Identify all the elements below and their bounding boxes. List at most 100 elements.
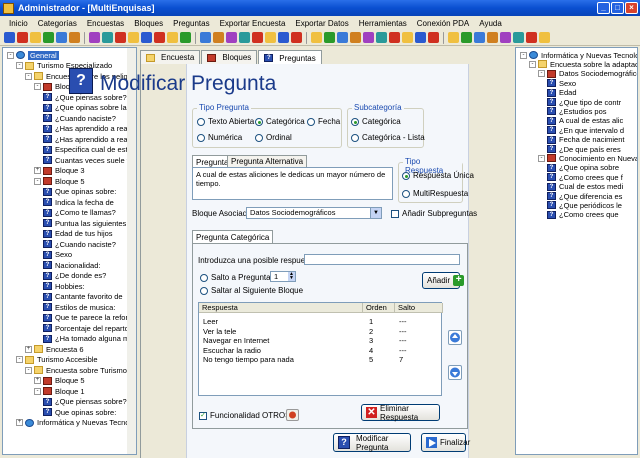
radio-numerica[interactable]: Numérica xyxy=(197,133,242,142)
toolbar-button-icon[interactable] xyxy=(180,32,191,43)
cell-respuesta[interactable]: Leer xyxy=(203,317,218,326)
toolbar-button-icon[interactable] xyxy=(474,32,485,43)
toolbar-button-icon[interactable] xyxy=(4,32,15,43)
toolbar-button-icon[interactable] xyxy=(487,32,498,43)
menu-conexion-pda[interactable]: Conexión PDA xyxy=(412,19,474,28)
tree-item[interactable]: ? Puntua las siguientes ley xyxy=(43,218,136,228)
tree-item[interactable]: + Informática y Nuevas Tecnologías xyxy=(16,418,136,428)
bloque-select[interactable]: Datos Sociodemográficos ▼ xyxy=(246,207,382,219)
cell-salto[interactable]: --- xyxy=(399,317,407,326)
toolbar-button-icon[interactable] xyxy=(539,32,550,43)
tree-item[interactable]: - Bloque 1 xyxy=(34,386,85,396)
toolbar-button-icon[interactable] xyxy=(350,32,361,43)
tree-item[interactable]: + Bloque 3 xyxy=(34,166,85,176)
radio-sub-categorica[interactable]: Categórica xyxy=(351,117,401,126)
toolbar-button-icon[interactable] xyxy=(89,32,100,43)
tree-item[interactable]: ? ¿Has aprendido a realiza xyxy=(43,124,136,134)
tree-item[interactable]: ? ¿Ha tomado alguna mic xyxy=(43,334,135,344)
toolbar-button-icon[interactable] xyxy=(500,32,511,43)
radio-saltar-bloque[interactable]: Saltar al Siguiente Bloque xyxy=(200,286,303,295)
modify-question-button[interactable]: ? Modificar Pregunta xyxy=(333,433,411,452)
toolbar-button-icon[interactable] xyxy=(239,32,250,43)
toolbar-button-icon[interactable] xyxy=(43,32,54,43)
toolbar-button-icon[interactable] xyxy=(363,32,374,43)
salto-stepper[interactable]: 1 ▲ ▼ xyxy=(270,271,296,282)
toolbar-button-icon[interactable] xyxy=(56,32,67,43)
toolbar-button-icon[interactable] xyxy=(389,32,400,43)
tree-item[interactable]: ? Cuantas veces suele vis xyxy=(43,155,136,165)
cell-orden[interactable]: 2 xyxy=(369,327,373,336)
toolbar-button-icon[interactable] xyxy=(513,32,524,43)
tree-item[interactable]: ? Sexo xyxy=(43,250,72,260)
tab-bloques[interactable]: Bloques xyxy=(201,50,258,64)
radio-respuesta-unica[interactable]: Respuesta Única xyxy=(402,171,474,180)
toolbar-button-icon[interactable] xyxy=(376,32,387,43)
tree-item[interactable]: ? ¿De donde es? xyxy=(43,271,106,281)
collapse-icon[interactable]: - xyxy=(25,72,32,80)
toolbar-button-icon[interactable] xyxy=(265,32,276,43)
tree-item[interactable]: ? ¿Como crees que xyxy=(547,210,619,220)
collapse-icon[interactable]: - xyxy=(538,70,545,78)
maximize-icon[interactable]: □ xyxy=(611,2,624,14)
move-down-button[interactable] xyxy=(448,365,462,380)
chevron-down-icon[interactable]: ▼ xyxy=(370,208,381,218)
tree-item[interactable]: ? ¿Has aprendido a realiza xyxy=(43,134,136,144)
expand-icon[interactable]: + xyxy=(34,167,41,174)
expand-icon[interactable]: + xyxy=(16,419,23,426)
toolbar-button-icon[interactable] xyxy=(167,32,178,43)
menu-exportar-datos[interactable]: Exportar Datos xyxy=(290,19,353,28)
collapse-icon[interactable]: - xyxy=(34,83,41,90)
menu-encuestas[interactable]: Encuestas xyxy=(82,19,129,28)
expand-icon[interactable]: + xyxy=(25,345,32,353)
tree-item[interactable]: ? Que opinas sobre: xyxy=(43,187,116,197)
col-salto[interactable]: Salto xyxy=(395,303,443,313)
cell-orden[interactable]: 3 xyxy=(369,336,373,345)
toolbar-button-icon[interactable] xyxy=(324,32,335,43)
collapse-icon[interactable]: - xyxy=(34,177,41,185)
minimize-icon[interactable]: _ xyxy=(597,2,610,14)
menu-exportar-encuesta[interactable]: Exportar Encuesta xyxy=(215,19,291,28)
toolbar-button-icon[interactable] xyxy=(428,32,439,43)
toolbar-button-icon[interactable] xyxy=(448,32,459,43)
tree-item[interactable]: - Turismo Accesible xyxy=(16,355,98,365)
toolbar-button-icon[interactable] xyxy=(141,32,152,43)
cell-salto[interactable]: --- xyxy=(399,336,407,345)
cell-respuesta[interactable]: Escuchar la radio xyxy=(203,346,261,355)
toolbar-button-icon[interactable] xyxy=(311,32,322,43)
toolbar-button-icon[interactable] xyxy=(337,32,348,43)
toolbar-button-icon[interactable] xyxy=(415,32,426,43)
expand-icon[interactable]: + xyxy=(34,377,41,384)
tree-item[interactable]: ? Edad de tus hijos xyxy=(43,229,113,239)
toolbar-button-icon[interactable] xyxy=(200,32,211,43)
question-text-area[interactable]: A cual de estas aliciones le dedicas un … xyxy=(192,167,393,200)
col-respuesta[interactable]: Respuesta xyxy=(199,303,363,313)
cell-respuesta[interactable]: Ver la tele xyxy=(203,327,236,336)
toolbar-button-icon[interactable] xyxy=(30,32,41,43)
radio-ordinal[interactable]: Ordinal xyxy=(255,133,292,142)
settings-icon[interactable] xyxy=(286,409,299,421)
radio-salto-pregunta[interactable]: Salto a Pregunta: xyxy=(200,273,273,282)
toolbar-button-icon[interactable] xyxy=(252,32,263,43)
tree-item[interactable]: + Encuesta 6 xyxy=(25,344,84,354)
col-orden[interactable]: Orden xyxy=(363,303,395,313)
add-button[interactable]: Añadir + xyxy=(422,272,465,289)
tree-item[interactable]: - General xyxy=(7,50,59,60)
tree-item[interactable]: ? ¿Que opinas sobre las e xyxy=(43,103,136,113)
left-tree-scrollbar[interactable] xyxy=(127,48,136,454)
tab-encuesta[interactable]: Encuesta xyxy=(140,50,201,64)
cell-salto[interactable]: --- xyxy=(399,327,407,336)
tab-pregunta-alternativa[interactable]: Pregunta Alternativa xyxy=(227,155,308,167)
anadir-subpreguntas-checkbox[interactable]: Añadir Subpreguntas xyxy=(391,209,477,218)
tree-item[interactable]: ? Hobbies: xyxy=(43,281,85,291)
collapse-icon[interactable]: - xyxy=(34,387,41,395)
delete-response-button[interactable]: ✕ Eliminar Respuesta xyxy=(361,404,440,422)
tree-item[interactable]: ? Nacionalidad: xyxy=(43,260,100,270)
cell-salto[interactable]: --- xyxy=(399,346,407,355)
cell-respuesta[interactable]: Navegar en Internet xyxy=(203,336,269,345)
radio-categorica[interactable]: Categórica xyxy=(255,117,305,126)
cell-orden[interactable]: 4 xyxy=(369,346,373,355)
toolbar-button-icon[interactable] xyxy=(102,32,113,43)
cell-respuesta[interactable]: No tengo tiempo para nada xyxy=(203,355,294,364)
toolbar-button-icon[interactable] xyxy=(461,32,472,43)
radio-multirespuesta[interactable]: MultiRespuesta xyxy=(402,189,468,198)
